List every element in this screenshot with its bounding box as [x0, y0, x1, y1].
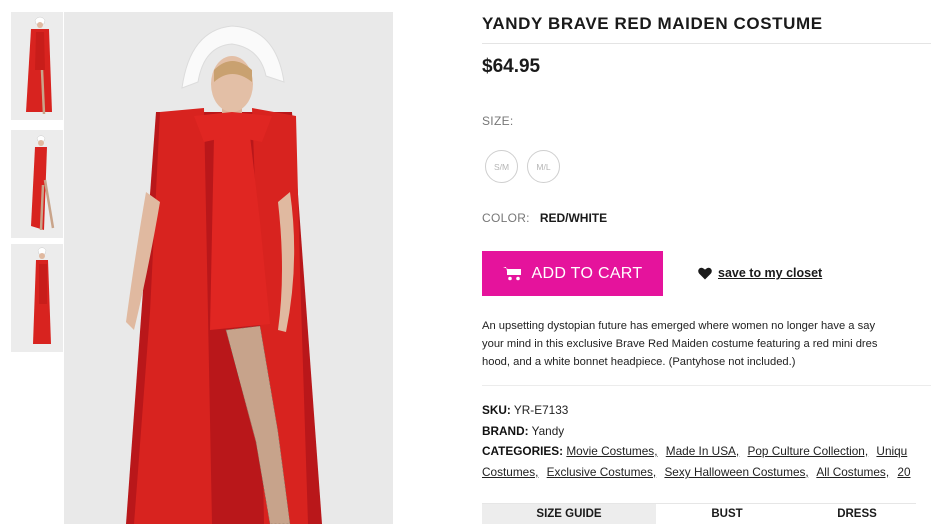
cart-icon [502, 267, 521, 281]
sku-value: YR-E7133 [513, 403, 569, 417]
tab-size-guide[interactable]: SIZE GUIDE [482, 503, 656, 524]
brand-row: BRAND: Yandy [482, 424, 564, 438]
category-link-made-in-usa[interactable]: Made In USA, [666, 444, 739, 458]
brand-label: BRAND: [482, 424, 529, 438]
save-to-closet-link[interactable]: save to my closet [698, 266, 822, 280]
color-label: COLOR: [482, 211, 530, 225]
category-link-sexy-halloween-costumes[interactable]: Sexy Halloween Costumes, [664, 465, 808, 479]
add-to-cart-label: ADD TO CART [531, 264, 643, 282]
brand-value: Yandy [531, 424, 565, 438]
size-option-s-m[interactable]: S/M [485, 150, 518, 183]
category-link-costumes[interactable]: Costumes, [482, 465, 538, 479]
add-to-cart-button[interactable]: ADD TO CART [482, 251, 663, 296]
categories-label: CATEGORIES: [482, 444, 564, 458]
product-title: YANDY BRAVE RED MAIDEN COSTUME [482, 14, 823, 33]
categories-row-1: CATEGORIES: Movie Costumes, Made In USA,… [482, 444, 912, 458]
thumbnail-1-image [11, 12, 63, 120]
product-description: An upsetting dystopian future has emerge… [482, 317, 931, 371]
thumbnail-3-image [11, 244, 63, 352]
product-price: $64.95 [482, 56, 541, 77]
sku-label: SKU: [482, 403, 511, 417]
description-line-1: An upsetting dystopian future has emerge… [482, 320, 876, 332]
thumbnail-3[interactable] [11, 244, 63, 352]
save-to-closet-label: save to my closet [718, 266, 823, 280]
color-value: RED/WHITE [539, 211, 608, 225]
thumbnail-2-image [11, 130, 63, 238]
category-link-all-costumes[interactable]: All Costumes, [816, 465, 889, 479]
tab-dress[interactable]: DRESS [798, 503, 916, 524]
category-link-pop-culture-collection[interactable]: Pop Culture Collection, [747, 444, 868, 458]
description-line-3: hood, and a white bonnet headpiece. (Pan… [482, 356, 796, 368]
model-in-costume-image [64, 12, 393, 524]
thumbnail-1[interactable] [11, 12, 63, 120]
size-label: SIZE: [482, 114, 514, 128]
description-divider [482, 385, 931, 386]
title-divider [482, 43, 931, 44]
category-link-unique[interactable]: Uniqu [876, 444, 907, 458]
main-product-image[interactable] [64, 12, 393, 524]
size-chart-tabs: SIZE GUIDE BUST DRESS [482, 503, 931, 524]
category-link-movie-costumes[interactable]: Movie Costumes, [566, 444, 657, 458]
categories-row-2: Costumes, Exclusive Costumes, Sexy Hallo… [482, 465, 916, 479]
heart-icon [698, 267, 712, 279]
description-line-2: your mind in this exclusive Brave Red Ma… [482, 338, 878, 350]
size-option-m-l[interactable]: M/L [527, 150, 560, 183]
tab-bust[interactable]: BUST [656, 503, 798, 524]
thumbnail-2[interactable] [11, 130, 63, 238]
color-row: COLOR: RED/WHITE [482, 211, 607, 225]
category-link-20[interactable]: 20 [897, 465, 910, 479]
product-info-panel: YANDY BRAVE RED MAIDEN COSTUME $64.95 SI… [482, 0, 931, 524]
category-link-exclusive-costumes[interactable]: Exclusive Costumes, [547, 465, 656, 479]
sku-row: SKU: YR-E7133 [482, 403, 568, 417]
